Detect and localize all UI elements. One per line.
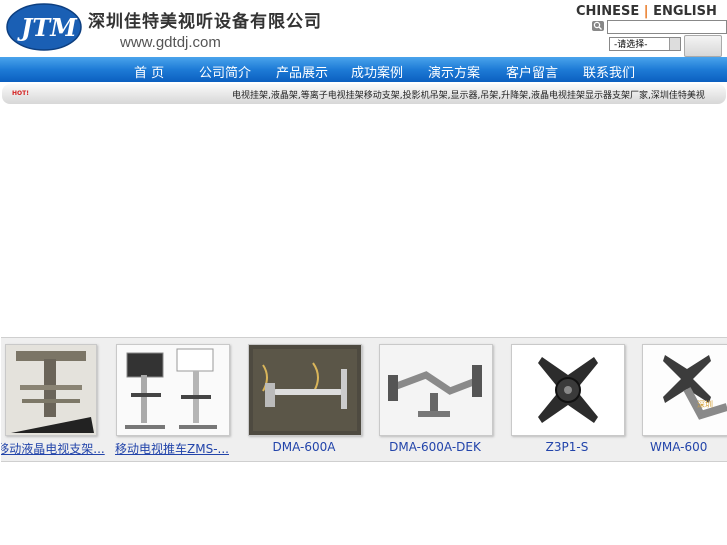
- nav-item-products[interactable]: 产品展示: [276, 62, 328, 81]
- nav-item-demos[interactable]: 演示方案: [428, 62, 480, 81]
- product-image[interactable]: [248, 344, 362, 436]
- nav-item-contact[interactable]: 联系我们: [583, 62, 635, 81]
- site-url: www.gdtdj.com: [120, 34, 221, 51]
- logo[interactable]: JTM 深圳佳特美视听设备有限公司 www.gdtdj.com: [0, 0, 351, 56]
- search-select-value: -请选择-: [614, 40, 648, 50]
- header: JTM 深圳佳特美视听设备有限公司 www.gdtdj.com CHINESE …: [0, 0, 727, 57]
- product-image[interactable]: 深圳: [642, 344, 727, 436]
- product-image[interactable]: [5, 344, 97, 436]
- product-name[interactable]: 移动电视推车ZMS-...: [106, 440, 238, 457]
- lang-english-link[interactable]: ENGLISH: [653, 4, 717, 19]
- product-name[interactable]: DMA-600A: [238, 440, 370, 454]
- main-nav: 首 页 公司简介 产品展示 成功案例 演示方案 客户留言 联系我们: [0, 57, 727, 82]
- product-image[interactable]: [511, 344, 625, 436]
- nav-item-cases[interactable]: 成功案例: [351, 62, 403, 81]
- product-strip: 移动液晶电视支架... 移动电视推车ZMS-... DMA-600A DMA-6…: [1, 337, 727, 462]
- language-switch: CHINESE | ENGLISH: [576, 4, 717, 19]
- logo-mark-icon: JTM: [6, 3, 82, 51]
- svg-text:深圳: 深圳: [697, 399, 713, 409]
- search-button[interactable]: [684, 35, 722, 57]
- nav-item-home[interactable]: 首 页: [134, 62, 164, 81]
- company-name: 深圳佳特美视听设备有限公司: [88, 12, 322, 32]
- product-name[interactable]: DMA-600A-DEK: [369, 440, 501, 454]
- product-name[interactable]: 移动液晶电视支架...: [1, 440, 107, 457]
- lang-chinese-link[interactable]: CHINESE: [576, 4, 639, 19]
- notice-bar: HOT! 电视挂架,液晶架,等离子电视挂架移动支架,投影机吊架,显示器,吊架,升…: [2, 84, 726, 104]
- nav-item-about[interactable]: 公司简介: [199, 62, 251, 81]
- product-name[interactable]: Z3P1-S: [501, 440, 633, 454]
- chevron-down-icon: [669, 38, 680, 50]
- product-image[interactable]: [379, 344, 493, 436]
- product-name[interactable]: WMA-600: [650, 440, 727, 454]
- notice-text[interactable]: 电视挂架,液晶架,等离子电视挂架移动支架,投影机吊架,显示器,吊架,升降架,液晶…: [232, 88, 705, 101]
- hot-badge: HOT!: [12, 90, 29, 97]
- lang-separator: |: [643, 4, 649, 19]
- search-category-select[interactable]: -请选择-: [609, 37, 681, 51]
- product-image[interactable]: [116, 344, 230, 436]
- search-icon: [592, 21, 604, 31]
- search-input[interactable]: [607, 20, 727, 34]
- logo-text: JTM: [17, 13, 78, 42]
- nav-item-messages[interactable]: 客户留言: [506, 62, 558, 81]
